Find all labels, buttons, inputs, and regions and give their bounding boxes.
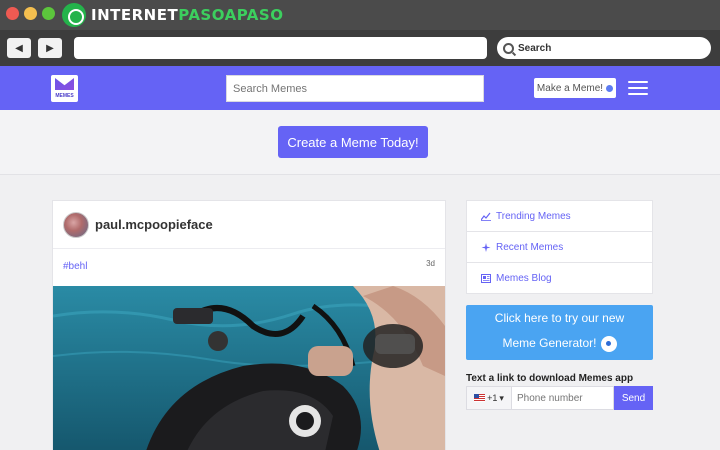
phone-number-field[interactable] [512, 386, 614, 410]
address-bar[interactable] [74, 37, 487, 59]
avatar[interactable] [63, 211, 89, 238]
send-button[interactable]: Send [614, 386, 653, 410]
newspaper-icon [481, 273, 491, 283]
search-memes-input[interactable] [226, 75, 484, 102]
post-tag[interactable]: #behl [63, 261, 87, 272]
minimize-window-button[interactable] [24, 7, 37, 20]
generator-line-2: Meme Generator! [466, 336, 653, 352]
trending-chart-icon [481, 212, 491, 221]
chevron-down-icon: ▾ [499, 392, 504, 403]
meme-image[interactable] [53, 286, 445, 450]
make-a-meme-label: Make a Meme! [536, 82, 604, 94]
forward-button[interactable]: ▶ [38, 38, 62, 58]
hero-section: Create a Meme Today! [0, 110, 720, 175]
sidebar-item-label: Recent Memes [496, 241, 564, 253]
logo-text: MEMES [55, 93, 74, 99]
browser-titlebar: INTERNETPASOAPASO [0, 0, 720, 30]
memes-logo-icon [55, 78, 74, 90]
browser-search-bar[interactable]: Search [497, 37, 711, 59]
site-navbar: MEMES Make a Meme! [0, 66, 720, 110]
meme-post-card: paul.mcpoopieface #behl 3d [52, 200, 446, 450]
meme-generator-banner[interactable]: Click here to try our new Meme Generator… [466, 305, 653, 360]
country-code-select[interactable]: +1 ▾ [466, 386, 512, 410]
back-arrow-icon: ◀ [15, 42, 23, 54]
sidebar-item-label: Trending Memes [496, 210, 571, 222]
post-username[interactable]: paul.mcpoopieface [95, 217, 213, 232]
us-flag-icon [474, 394, 486, 402]
back-button[interactable]: ◀ [7, 38, 31, 58]
sparkle-icon [481, 242, 491, 252]
watermark-brand: INTERNETPASOAPASO [62, 3, 283, 27]
sidebar-item-label: Memes Blog [496, 272, 552, 284]
main-content: paul.mcpoopieface #behl 3d Trending Meme… [0, 175, 720, 450]
browser-search-label: Search [518, 42, 552, 54]
brand-logo-icon [62, 3, 86, 27]
sidebar-links: Trending Memes Recent Memes Memes Blog [466, 200, 653, 294]
rocket-icon [606, 84, 614, 92]
phone-form: +1 ▾ Send [466, 386, 653, 410]
search-icon [503, 42, 514, 54]
memes-logo[interactable]: MEMES [51, 75, 78, 102]
post-header: paul.mcpoopieface [53, 201, 445, 249]
hamburger-menu-icon[interactable] [628, 81, 648, 95]
close-window-button[interactable] [6, 7, 19, 20]
country-code: +1 [487, 393, 498, 403]
create-meme-button[interactable]: Create a Meme Today! [278, 126, 428, 158]
forward-arrow-icon: ▶ [46, 42, 54, 54]
post-meta: #behl 3d [53, 249, 445, 285]
browser-toolbar: ◀ ▶ Search [0, 30, 720, 66]
make-a-meme-button[interactable]: Make a Meme! [534, 78, 616, 98]
app-download-label: Text a link to download Memes app [466, 373, 634, 384]
sidebar-item-blog[interactable]: Memes Blog [466, 262, 653, 294]
post-age: 3d [426, 259, 435, 268]
brand-text: INTERNETPASOAPASO [91, 6, 284, 24]
maximize-window-button[interactable] [42, 7, 55, 20]
generator-ball-icon [600, 336, 617, 352]
web-page: MEMES Make a Meme! Create a Meme Today! … [0, 66, 720, 450]
generator-line-1: Click here to try our new [494, 311, 625, 325]
sidebar-item-trending[interactable]: Trending Memes [466, 200, 653, 232]
sidebar-item-recent[interactable]: Recent Memes [466, 231, 653, 263]
